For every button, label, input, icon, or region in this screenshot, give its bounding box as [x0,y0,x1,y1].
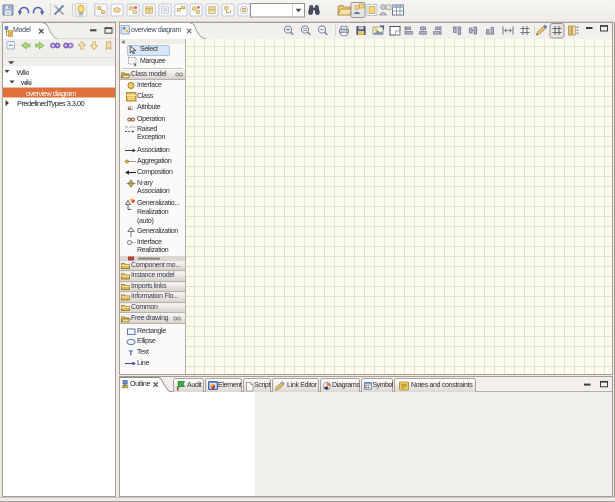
svg-text:T: T [129,349,134,358]
svg-text:a:: a: [128,105,134,112]
